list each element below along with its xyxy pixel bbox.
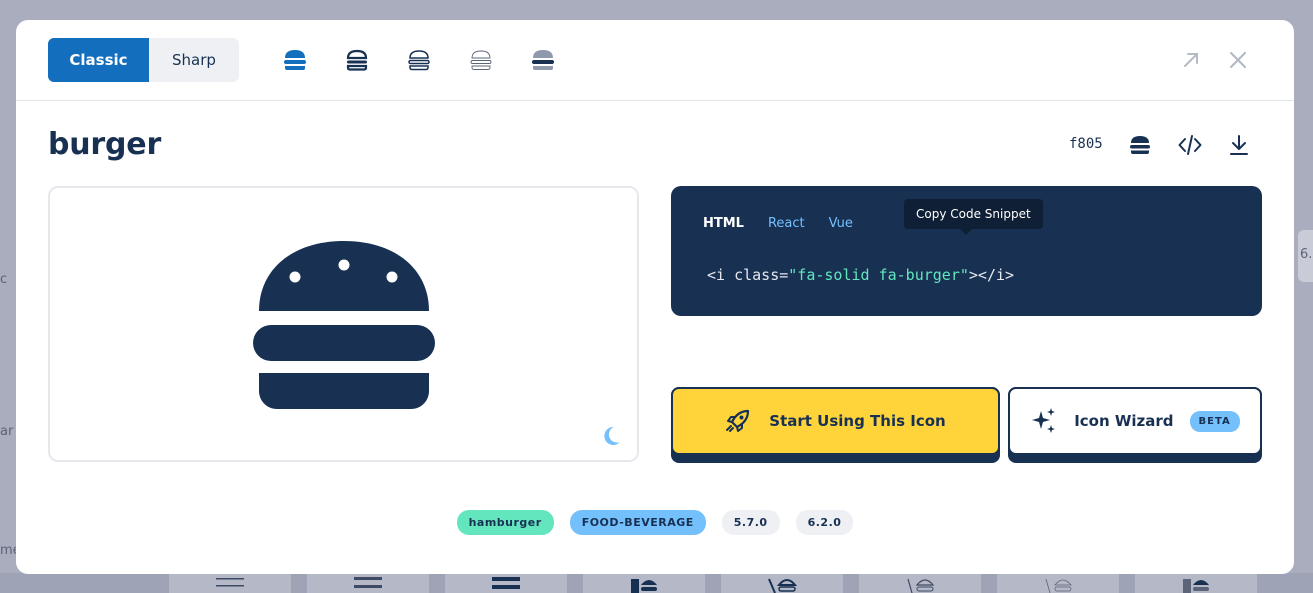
family-classic-button[interactable]: Classic bbox=[48, 38, 149, 82]
copy-tooltip: Copy Code Snippet bbox=[904, 199, 1043, 235]
burger-soda-icon bbox=[1183, 579, 1209, 593]
burger-solid-icon[interactable] bbox=[283, 48, 307, 72]
background-icon-tile bbox=[1135, 573, 1257, 593]
modal-header: Classic Sharp bbox=[16, 20, 1294, 101]
tab-react[interactable]: React bbox=[768, 216, 805, 231]
tab-html[interactable]: HTML bbox=[703, 216, 744, 231]
code-class-value: "fa-solid fa-burger" bbox=[788, 266, 969, 284]
burger-light-icon[interactable] bbox=[407, 48, 431, 72]
burger-icon bbox=[253, 241, 435, 409]
burger-soda-icon bbox=[631, 579, 657, 593]
tag-list: hamburger FOOD-BEVERAGE 5.7.0 6.2.0 bbox=[16, 510, 1294, 535]
background-text-fragment: 6. bbox=[1300, 247, 1313, 262]
bars-icon bbox=[216, 578, 244, 587]
background-text-fragment: ar bbox=[0, 424, 14, 439]
start-using-button[interactable]: Start Using This Icon bbox=[671, 387, 1000, 463]
bars-icon bbox=[492, 577, 520, 589]
burger-soda-icon bbox=[768, 578, 797, 593]
background-icon-tile bbox=[445, 573, 567, 593]
style-selector bbox=[283, 48, 555, 72]
tag-alias[interactable]: hamburger bbox=[456, 510, 554, 535]
background-icon-tile bbox=[169, 573, 291, 593]
burger-soda-icon bbox=[907, 578, 935, 593]
sparkles-icon bbox=[1032, 408, 1056, 433]
code-tag-open: <i class= bbox=[707, 266, 789, 284]
start-using-label: Start Using This Icon bbox=[769, 412, 946, 430]
tag-category[interactable]: FOOD-BEVERAGE bbox=[569, 510, 706, 535]
icon-wizard-label: Icon Wizard bbox=[1074, 412, 1174, 430]
background-icon-tile bbox=[859, 573, 981, 593]
background-icon-tile bbox=[997, 573, 1119, 593]
icon-title: burger bbox=[48, 127, 162, 162]
burger-soda-icon bbox=[1045, 578, 1072, 593]
code-snippet[interactable]: <i class="fa-solid fa-burger"></i> bbox=[707, 266, 1014, 284]
download-icon[interactable] bbox=[1227, 133, 1251, 157]
code-icon[interactable] bbox=[1178, 133, 1202, 157]
burger-thin-icon[interactable] bbox=[469, 48, 493, 72]
beta-badge: BETA bbox=[1189, 410, 1240, 432]
close-icon[interactable] bbox=[1227, 49, 1249, 71]
background-text-fragment: c bbox=[0, 272, 8, 287]
code-tabs: HTML React Vue bbox=[703, 216, 853, 231]
open-page-icon[interactable] bbox=[1180, 49, 1202, 71]
bars-icon bbox=[354, 577, 382, 588]
icon-wizard-button-face: Icon Wizard BETA bbox=[1008, 387, 1262, 455]
icon-preview bbox=[48, 186, 639, 462]
code-snippet-panel: HTML React Vue Copy Code Snippet <i clas… bbox=[671, 186, 1262, 316]
burger-duotone-icon[interactable] bbox=[531, 48, 555, 72]
tag-version[interactable]: 5.7.0 bbox=[721, 510, 780, 535]
tag-version[interactable]: 6.2.0 bbox=[795, 510, 854, 535]
code-tag-close: ></i> bbox=[968, 266, 1015, 284]
burger-regular-icon[interactable] bbox=[345, 48, 369, 72]
icon-detail-modal: Classic Sharp burger f805 HTML React Vue… bbox=[16, 20, 1294, 574]
start-using-button-face: Start Using This Icon bbox=[671, 387, 1000, 455]
icon-wizard-button[interactable]: Icon Wizard BETA bbox=[1008, 387, 1262, 463]
background-icon-tile bbox=[721, 573, 843, 593]
family-toggle: Classic Sharp bbox=[48, 38, 239, 82]
family-sharp-button[interactable]: Sharp bbox=[149, 38, 239, 82]
background-icon-tile bbox=[307, 573, 429, 593]
moon-icon[interactable] bbox=[600, 425, 622, 447]
tab-vue[interactable]: Vue bbox=[829, 216, 853, 231]
unicode-value[interactable]: f805 bbox=[1069, 136, 1103, 152]
rocket-icon bbox=[726, 409, 750, 432]
copy-glyph-icon[interactable] bbox=[1128, 133, 1152, 157]
background-icon-tile bbox=[583, 573, 705, 593]
